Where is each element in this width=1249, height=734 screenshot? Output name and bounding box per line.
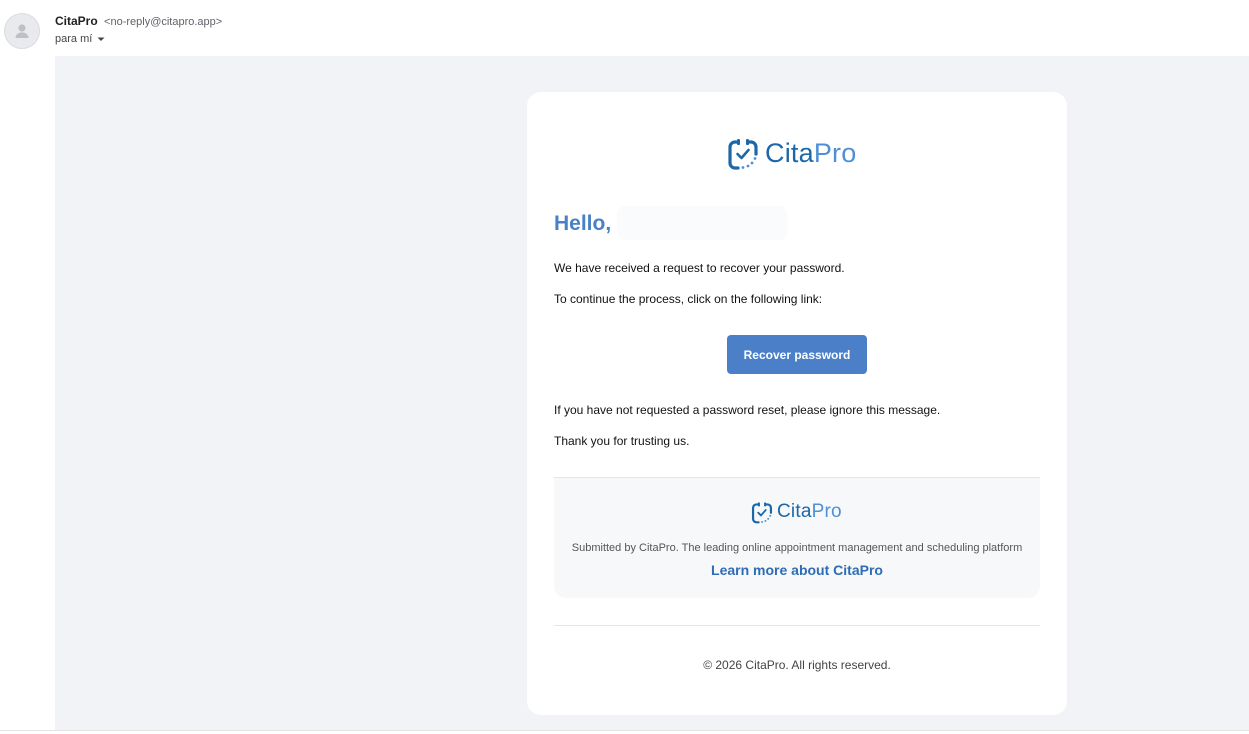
footer-logo-wordmark: CitaPro: [777, 501, 842, 523]
logo-cita-text: Cita: [765, 137, 814, 168]
submitted-by-text: Submitted by CitaPro. The leading online…: [571, 542, 1023, 554]
calendar-check-icon: [751, 502, 773, 524]
sender-email: <no-reply@citapro.app>: [104, 16, 223, 28]
logo-wordmark: CitaPro: [765, 138, 856, 169]
citapro-logo: CitaPro: [727, 136, 856, 170]
bottom-divider: [0, 730, 1249, 731]
email-header: CitaPro <no-reply@citapro.app> para mí: [0, 0, 1249, 56]
greeting-heading: Hello,: [554, 212, 612, 235]
promo-footer: CitaPro Submitted by CitaPro. The leadin…: [554, 477, 1040, 598]
email-card: CitaPro Hello, We have received a reques…: [527, 92, 1067, 715]
recover-password-button[interactable]: Recover password: [727, 335, 867, 374]
learn-more-link[interactable]: Learn more about CitaPro: [554, 562, 1040, 578]
person-icon: [15, 24, 29, 38]
sender-name[interactable]: CitaPro: [55, 14, 98, 28]
logo-pro-text: Pro: [813, 137, 857, 168]
body-paragraph-2: To continue the process, click on the fo…: [554, 292, 823, 306]
body-paragraph-4: Thank you for trusting us.: [554, 434, 690, 448]
footer-logo-pro-text: Pro: [811, 501, 842, 522]
footer-citapro-logo: CitaPro: [751, 500, 842, 524]
calendar-check-icon: [728, 139, 758, 170]
redacted-recipient-name: [617, 206, 787, 240]
caret-down-icon: [97, 37, 105, 41]
sender-line: CitaPro <no-reply@citapro.app>: [55, 14, 222, 28]
body-paragraph-1: We have received a request to recover yo…: [554, 261, 845, 275]
recipient-details-toggle[interactable]: para mí: [55, 33, 106, 45]
body-paragraph-3: If you have not requested a password res…: [554, 403, 941, 417]
recipient-label: para mí: [55, 33, 93, 45]
footer-divider: [554, 625, 1040, 626]
sender-avatar[interactable]: [4, 13, 40, 49]
copyright-text: © 2026 CitaPro. All rights reserved.: [703, 658, 891, 672]
footer-logo-cita-text: Cita: [777, 501, 812, 522]
